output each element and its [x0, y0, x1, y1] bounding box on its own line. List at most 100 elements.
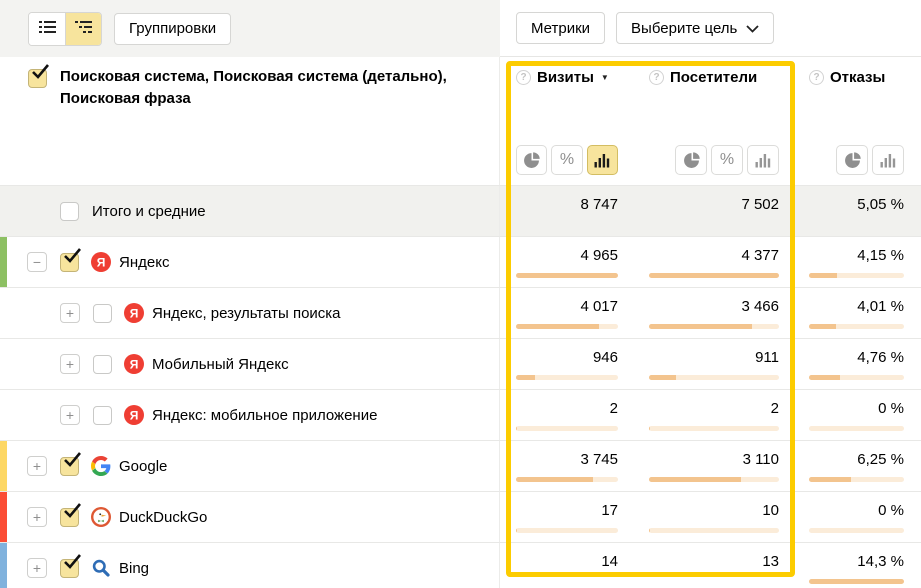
row-label[interactable]: Google: [119, 458, 167, 475]
tree-view-icon: [75, 20, 92, 37]
groupings-button[interactable]: Группировки: [114, 13, 231, 45]
row-label[interactable]: Мобильный Яндекс: [152, 356, 289, 373]
visits-share-bar: [516, 426, 618, 431]
visitors-help-icon[interactable]: ?: [649, 70, 664, 85]
visitors-cell: 3 466: [649, 288, 779, 338]
bounce-cell: 0 %: [809, 390, 904, 440]
row-checkbox[interactable]: [60, 253, 79, 272]
expand-button[interactable]: +: [60, 354, 80, 374]
row-label[interactable]: Яндекс: [119, 254, 169, 271]
bounce-cell: 4,15 %: [809, 237, 904, 287]
visits-percent-button[interactable]: %: [551, 145, 582, 175]
visits-cell: 3 745: [516, 441, 618, 491]
collapse-button[interactable]: −: [27, 252, 47, 272]
list-view-button[interactable]: [29, 13, 65, 45]
duckduckgo-icon: [91, 507, 111, 527]
bounce-help-icon[interactable]: ?: [809, 70, 824, 85]
row-checkbox[interactable]: [60, 202, 79, 221]
dimensions-title: Поисковая система, Поисковая система (де…: [60, 66, 481, 110]
dimensions-checkbox[interactable]: [28, 69, 47, 88]
table-row: +Google3 7453 1106,25 %: [0, 440, 921, 491]
dimension-cell: + Я Мобильный Яндекс: [0, 339, 500, 389]
visitors-value: 3 110: [649, 441, 779, 468]
table-row: + Я Яндекс: мобильное приложение 22 0 %: [0, 389, 921, 440]
expand-button[interactable]: +: [27, 456, 47, 476]
row-color-stripe: [0, 237, 7, 287]
table-row: +ЯМобильный Яндекс9469114,76 %: [0, 338, 921, 389]
visitors-column-label[interactable]: Посетители: [670, 69, 757, 86]
visits-value: 14: [516, 543, 618, 570]
visitors-share-bar: [649, 375, 779, 380]
bounce-cell: 0 %: [809, 492, 904, 542]
visits-value: 8 747: [516, 186, 618, 213]
yandex-icon: Я: [124, 303, 144, 323]
visitors-percent-button[interactable]: %: [711, 145, 743, 175]
bounce-pie-button[interactable]: [836, 145, 868, 175]
visits-value: 3 745: [516, 441, 618, 468]
row-label[interactable]: Итого и средние: [92, 203, 206, 220]
visitors-cell: 7 502: [649, 186, 779, 236]
bounce-share-bar: [809, 426, 904, 431]
bounce-value: 4,01 %: [809, 288, 904, 315]
svg-text:Я: Я: [130, 358, 139, 372]
row-label[interactable]: DuckDuckGo: [119, 509, 207, 526]
visits-value: 4 965: [516, 237, 618, 264]
row-label[interactable]: Яндекс, результаты поиска: [152, 305, 341, 322]
visitors-share-bar: [649, 426, 779, 431]
expand-button[interactable]: +: [27, 558, 47, 578]
yandex-icon: Я: [124, 354, 144, 374]
visits-share-bar: [516, 273, 618, 278]
row-checkbox[interactable]: [93, 406, 112, 425]
row-label[interactable]: Яндекс: мобильное приложение: [152, 407, 377, 424]
visitors-value: 911: [649, 339, 779, 366]
visitors-cell: 2: [649, 390, 779, 440]
goal-select-label: Выберите цель: [631, 20, 737, 37]
table-row: −ЯЯндекс 4 965 4 377 4,15 %: [0, 236, 921, 287]
dimension-cell: −ЯЯндекс: [0, 237, 500, 287]
visitors-cell: 3 110: [649, 441, 779, 491]
row-color-stripe: [0, 543, 7, 588]
visitors-share-bar: [649, 477, 779, 482]
dimensions-header: Поисковая система, Поисковая система (де…: [0, 57, 500, 185]
expand-button[interactable]: +: [27, 507, 47, 527]
visits-bars-button[interactable]: [587, 145, 618, 175]
visitors-cell: 911: [649, 339, 779, 389]
visits-share-bar: [516, 324, 618, 329]
row-checkbox[interactable]: [60, 559, 79, 578]
expand-button[interactable]: +: [60, 303, 80, 323]
expand-button[interactable]: +: [60, 405, 80, 425]
visitors-pie-button[interactable]: [675, 145, 707, 175]
visitors-cell: 4 377: [649, 237, 779, 287]
visits-pie-button[interactable]: [516, 145, 547, 175]
bounce-share-bar: [809, 324, 904, 329]
svg-text:Я: Я: [130, 409, 139, 423]
totals-row: Итого и средние8 7477 5025,05 %: [0, 185, 921, 236]
row-checkbox[interactable]: [93, 304, 112, 323]
visits-share-bar: [516, 477, 618, 482]
tree-view-button[interactable]: [65, 13, 101, 45]
visitors-bars-button[interactable]: [747, 145, 779, 175]
table-row: +DuckDuckGo17100 %: [0, 491, 921, 542]
visits-column-header: ? Визиты ▼%: [516, 57, 618, 185]
metrics-header: ? Визиты ▼%? Посетители%? Отказы: [500, 57, 921, 185]
row-checkbox[interactable]: [60, 508, 79, 527]
google-icon: [91, 456, 111, 476]
view-toggle: [28, 12, 102, 46]
visits-help-icon[interactable]: ?: [516, 70, 531, 85]
visits-cell: 2: [516, 390, 618, 440]
list-view-icon: [39, 20, 56, 37]
bounce-column-label[interactable]: Отказы: [830, 69, 885, 86]
sort-desc-icon: ▼: [601, 73, 609, 82]
row-checkbox[interactable]: [93, 355, 112, 374]
visitors-share-bar: [649, 528, 779, 533]
row-checkbox[interactable]: [60, 457, 79, 476]
metrics-button[interactable]: Метрики: [516, 12, 605, 44]
bounce-cell: 14,3 %: [809, 543, 904, 588]
row-label[interactable]: Bing: [119, 560, 149, 577]
bounce-bars-button[interactable]: [872, 145, 904, 175]
dimension-cell: + Google: [0, 441, 500, 491]
goal-select-button[interactable]: Выберите цель: [616, 12, 774, 44]
bounce-column-header: ? Отказы: [809, 57, 904, 185]
dimension-cell: + Bing: [0, 543, 500, 588]
visits-column-label[interactable]: Визиты: [537, 69, 594, 86]
